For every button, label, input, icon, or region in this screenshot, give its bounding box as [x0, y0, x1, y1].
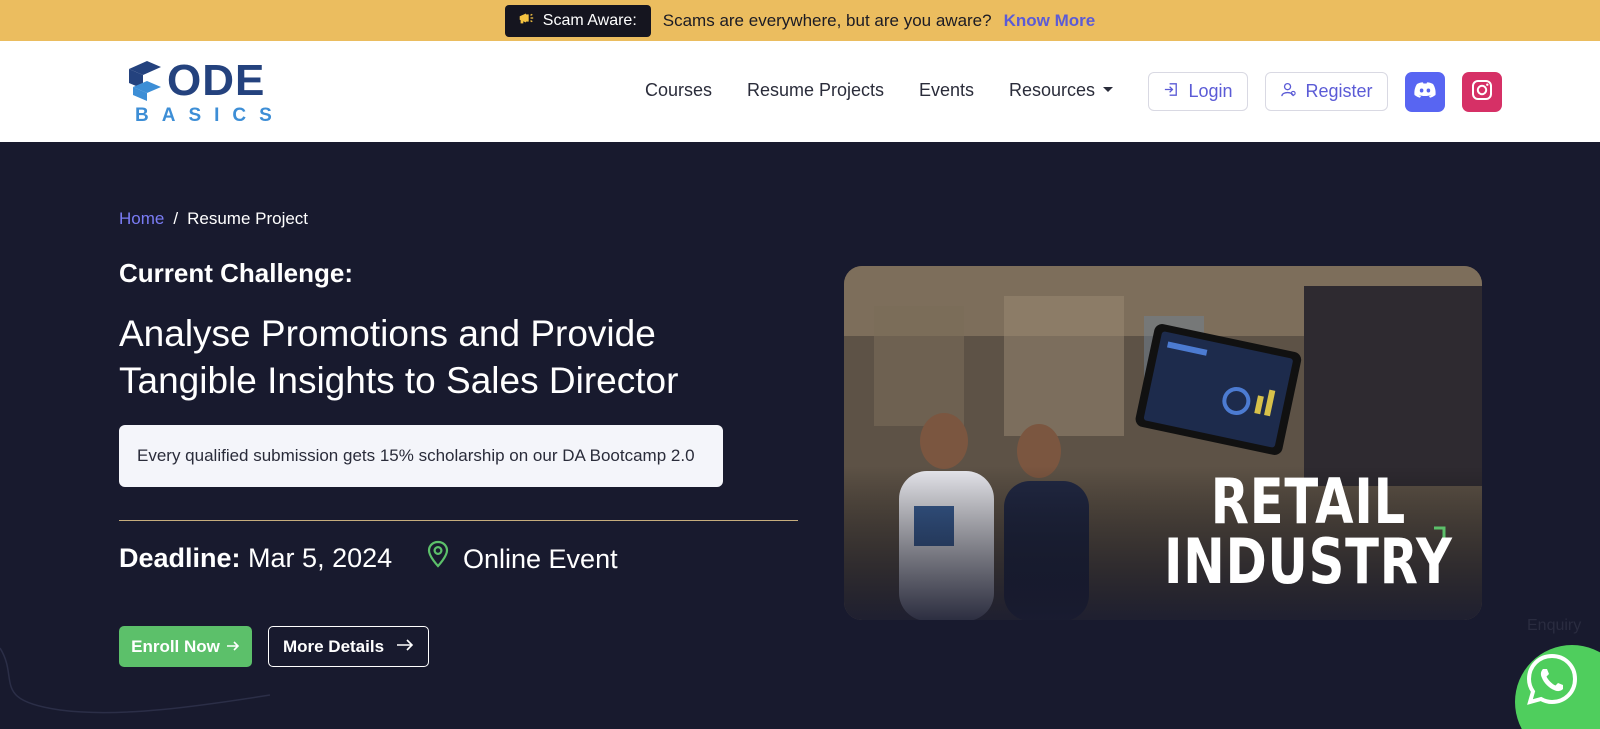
banner-caption-line2: INDUSTRY: [1164, 525, 1453, 598]
megaphone-icon: [517, 9, 535, 32]
breadcrumb-current: Resume Project: [187, 209, 309, 228]
whatsapp-button[interactable]: [1515, 645, 1600, 729]
codebasics-logo[interactable]: ODE BASICS: [125, 57, 275, 129]
arrow-right-icon: [226, 637, 240, 657]
nav-events[interactable]: Events: [919, 79, 974, 101]
login-label: Login: [1188, 81, 1233, 101]
divider: [119, 520, 798, 521]
event-location: Online Event: [427, 540, 618, 577]
location-pin-icon: [427, 540, 449, 577]
scam-aware-label: Scam Aware:: [542, 11, 637, 29]
know-more-link[interactable]: Know More: [1004, 11, 1096, 31]
instagram-button[interactable]: [1462, 72, 1502, 112]
enquiry-label[interactable]: Enquiry: [1527, 617, 1581, 635]
discord-button[interactable]: [1405, 72, 1445, 112]
login-icon: [1163, 81, 1180, 103]
scholarship-note: Every qualified submission gets 15% scho…: [119, 425, 723, 487]
deadline-value: Mar 5, 2024: [248, 543, 393, 573]
announcement-bar: Scam Aware: Scams are everywhere, but ar…: [0, 0, 1600, 41]
current-challenge-label: Current Challenge:: [119, 258, 354, 288]
logo-mark-icon: [129, 61, 161, 101]
instagram-icon: [1471, 79, 1493, 106]
breadcrumb-home[interactable]: Home: [119, 209, 164, 228]
caret-down-icon: [1103, 86, 1114, 92]
location-text: Online Event: [463, 543, 618, 574]
nav-resume-projects[interactable]: Resume Projects: [747, 79, 884, 101]
nav-resources-label: Resources: [1009, 80, 1096, 100]
scholarship-text: Every qualified submission gets 15% scho…: [137, 446, 695, 465]
whatsapp-icon: [1526, 653, 1582, 715]
retail-industry-banner: RETAIL INDUSTRY: [844, 266, 1482, 620]
breadcrumb-separator: /: [173, 209, 179, 228]
enroll-now-button[interactable]: Enroll Now: [119, 626, 252, 667]
register-button[interactable]: Register: [1265, 72, 1388, 111]
logo-subtitle: BASICS: [135, 105, 285, 126]
enroll-now-label: Enroll Now: [131, 636, 220, 656]
deadline-label: Deadline:: [119, 543, 241, 573]
discord-icon: [1413, 81, 1437, 104]
logo-wordmark: ODE: [167, 56, 266, 105]
banner-caption: RETAIL INDUSTRY: [1164, 465, 1453, 598]
register-label: Register: [1305, 81, 1373, 101]
more-details-label: More Details: [282, 636, 385, 656]
nav-courses[interactable]: Courses: [645, 79, 712, 101]
arrow-right-icon: [396, 637, 414, 657]
login-button[interactable]: Login: [1148, 72, 1248, 111]
more-details-button[interactable]: More Details: [268, 626, 429, 667]
breadcrumb: Home / Resume Project: [119, 209, 308, 229]
nav-resources[interactable]: Resources: [1009, 79, 1114, 101]
challenge-title: Analyse Promotions and Provide Tangible …: [119, 313, 679, 401]
scam-aware-badge: Scam Aware:: [504, 4, 651, 37]
announcement-message: Scams are everywhere, but are you aware?: [662, 10, 992, 30]
banner-caption-line1: RETAIL: [1210, 465, 1407, 538]
register-user-icon: [1280, 81, 1297, 103]
site-header: ODE BASICS Courses Resume Projects Event…: [0, 41, 1600, 142]
deadline: Deadline: Mar 5, 2024: [119, 540, 392, 576]
